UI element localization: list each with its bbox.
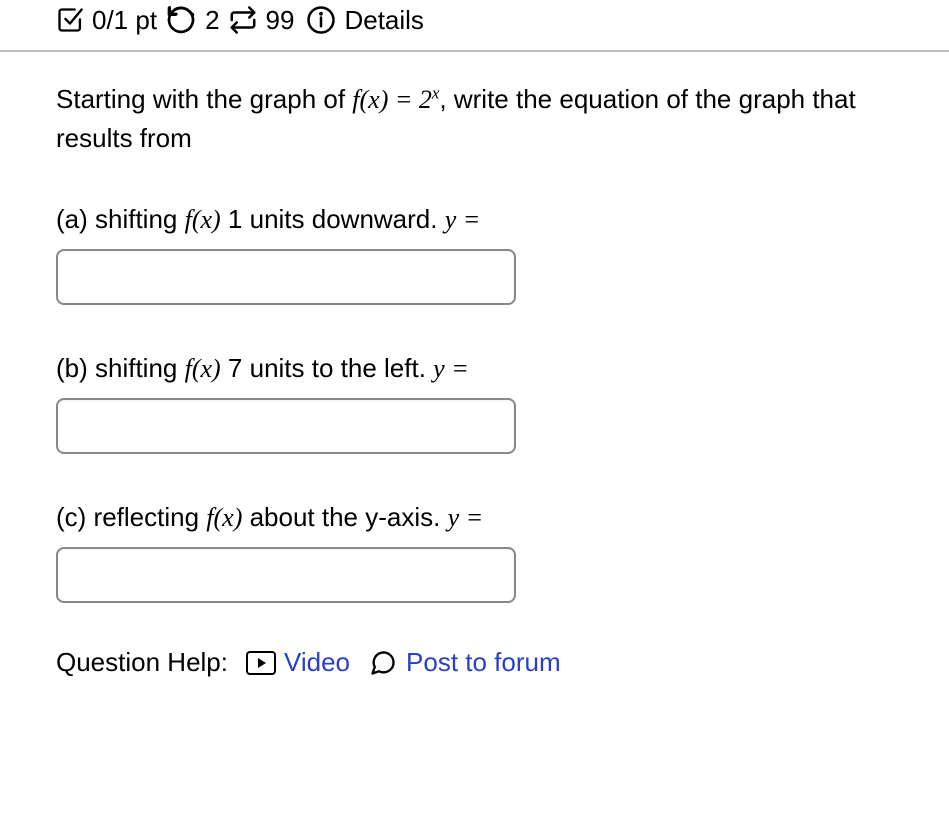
reattempt-icon (228, 5, 258, 35)
video-icon (246, 651, 276, 675)
attempts-text: 2 (205, 5, 219, 36)
info-icon[interactable] (306, 5, 336, 35)
question-intro: Starting with the graph of f(x) = 2x, wr… (56, 80, 893, 158)
details-link[interactable]: Details (344, 5, 423, 36)
question-content: Starting with the graph of f(x) = 2x, wr… (0, 52, 949, 692)
question-container: 0/1 pt 2 99 Details Starting with the gr… (0, 0, 949, 692)
tries-text: 99 (266, 5, 295, 36)
answer-input-a[interactable] (56, 249, 516, 305)
help-label: Question Help: (56, 647, 228, 678)
part-c-label: (c) reflecting f(x) about the y-axis. y … (56, 498, 893, 537)
checkbox-icon (56, 6, 84, 34)
answer-input-c[interactable] (56, 547, 516, 603)
question-header: 0/1 pt 2 99 Details (0, 0, 949, 52)
help-row: Question Help: Video Post to forum (56, 647, 893, 678)
forum-link[interactable]: Post to forum (368, 647, 561, 678)
video-link[interactable]: Video (246, 647, 350, 678)
forum-icon (368, 649, 398, 677)
retry-icon (165, 4, 197, 36)
part-c: (c) reflecting f(x) about the y-axis. y … (56, 498, 893, 603)
answer-input-b[interactable] (56, 398, 516, 454)
part-a: (a) shifting f(x) 1 units downward. y = (56, 200, 893, 305)
part-b: (b) shifting f(x) 7 units to the left. y… (56, 349, 893, 454)
part-b-label: (b) shifting f(x) 7 units to the left. y… (56, 349, 893, 388)
part-a-label: (a) shifting f(x) 1 units downward. y = (56, 200, 893, 239)
points-text: 0/1 pt (92, 5, 157, 36)
